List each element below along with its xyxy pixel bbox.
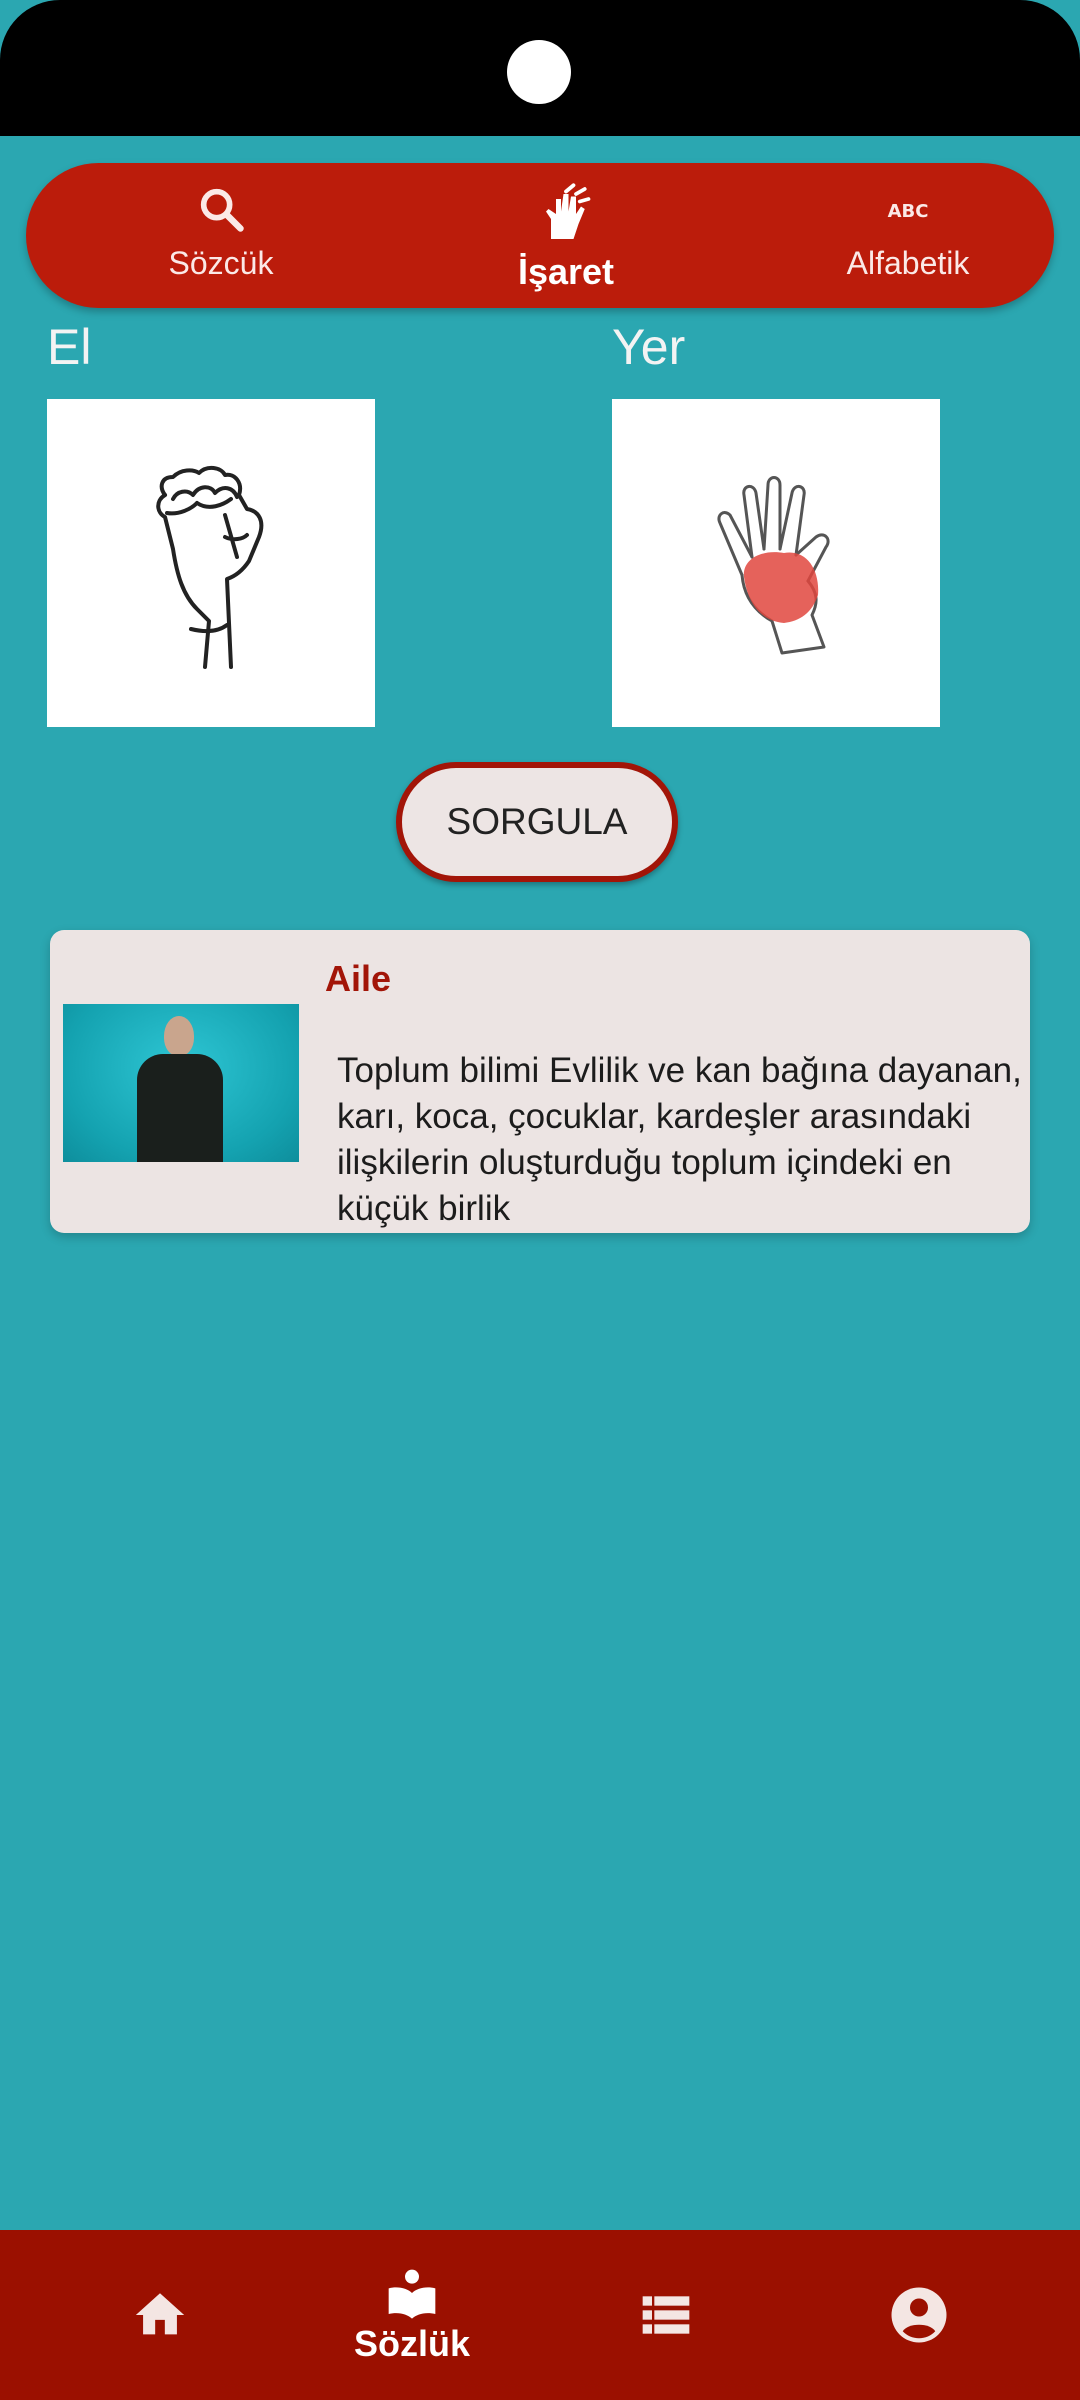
list-icon <box>642 2296 690 2334</box>
svg-text:ABC: ABC <box>888 201 929 222</box>
result-card[interactable]: Aile Toplum bilimi Evlilik ve kan bağına… <box>50 930 1030 1233</box>
app-screen: Sözcük İşaret ABC Alfabetik El Yer SORGU… <box>0 0 1080 2400</box>
tab-alfabetik[interactable]: ABC Alfabetik <box>808 163 1008 308</box>
signer-body <box>137 1054 223 1162</box>
result-title: Aile <box>325 958 392 999</box>
bottom-navigation: Sözlük <box>0 2230 1080 2400</box>
nav-home[interactable] <box>70 2230 250 2400</box>
camera-cutout <box>507 40 571 104</box>
abc-icon: ABC <box>888 201 929 222</box>
tab-sozcuk[interactable]: Sözcük <box>121 163 321 308</box>
signer-head <box>164 1016 194 1056</box>
nav-profile[interactable] <box>829 2230 1009 2400</box>
account-icon <box>891 2287 947 2343</box>
fist-hand-image <box>156 466 264 669</box>
search-icon <box>200 188 244 232</box>
sign-language-icon <box>546 183 591 239</box>
hand-label: El <box>47 319 92 375</box>
nav-list[interactable] <box>576 2230 756 2400</box>
top-tab-bar: Sözcük İşaret ABC Alfabetik <box>26 163 1054 308</box>
result-description: Toplum bilimi Evlilik ve kan bağına daya… <box>337 1051 1022 1228</box>
sign-video-thumbnail[interactable] <box>63 1004 299 1162</box>
handshape-selector[interactable] <box>47 399 375 727</box>
location-label: Yer <box>612 319 686 375</box>
nav-dictionary-label: Sözlük <box>353 2323 470 2364</box>
palm-location-image <box>717 476 830 655</box>
tab-label: Alfabetik <box>846 245 970 281</box>
dictionary-icon <box>388 2269 436 2319</box>
query-button[interactable]: SORGULA <box>396 762 678 882</box>
tab-label: İşaret <box>517 251 615 292</box>
nav-dictionary[interactable]: Sözlük <box>322 2230 502 2400</box>
home-icon <box>135 2293 185 2335</box>
location-selector[interactable] <box>612 399 940 727</box>
tab-label: Sözcük <box>168 245 274 281</box>
tab-isaret[interactable]: İşaret <box>466 163 666 308</box>
status-bar <box>0 0 1080 136</box>
